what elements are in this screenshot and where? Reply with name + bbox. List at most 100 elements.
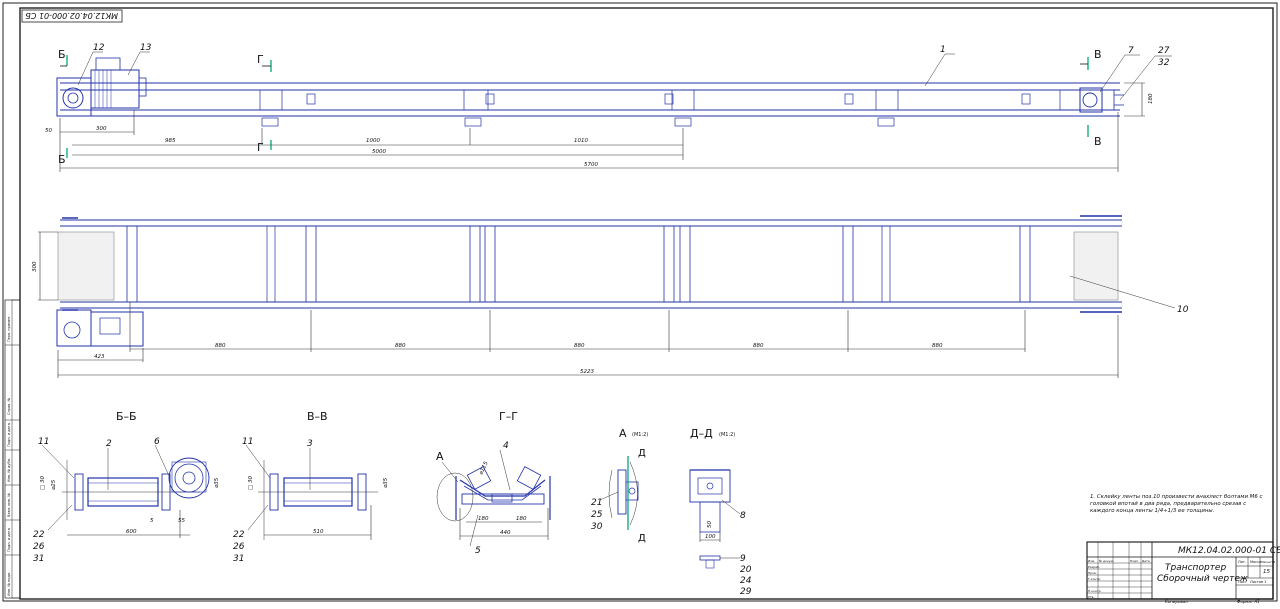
svg-text:22: 22: [33, 530, 45, 540]
svg-text:Справ. №: Справ. №: [7, 398, 11, 415]
svg-text:Лит.: Лит.: [1238, 560, 1246, 564]
svg-text:15: 15: [1263, 569, 1270, 575]
svg-text:Подп.: Подп.: [1130, 559, 1139, 563]
svg-text:Т.контр.: Т.контр.: [1087, 577, 1101, 581]
svg-text:МК12.04.02.000-01 СБ: МК12.04.02.000-01 СБ: [25, 11, 118, 20]
svg-text:30: 30: [591, 522, 603, 532]
svg-text:600: 600: [126, 529, 137, 535]
svg-text:□ 30: □ 30: [248, 476, 254, 490]
svg-text:25: 25: [591, 510, 603, 520]
svg-text:880: 880: [932, 343, 943, 349]
svg-text:5: 5: [475, 546, 481, 556]
svg-text:1: 1: [940, 45, 946, 55]
section-gg-title: Г–Г: [499, 410, 518, 423]
svg-text:880: 880: [215, 343, 226, 349]
section-dd-title: Д–Д: [690, 427, 713, 440]
svg-text:300: 300: [32, 261, 38, 272]
svg-text:9: 9: [740, 554, 746, 564]
svg-text:32: 32: [1158, 58, 1170, 68]
side-stamps: Перв. примен. Справ. № Подп. и дата Инв.…: [4, 299, 21, 599]
svg-text:11: 11: [242, 437, 253, 447]
svg-text:1000: 1000: [366, 138, 380, 144]
svg-text:55: 55: [178, 518, 185, 524]
svg-text:Дата: Дата: [1142, 559, 1150, 563]
svg-text:29: 29: [740, 587, 752, 597]
svg-text:Инв. № дубл.: Инв. № дубл.: [7, 458, 11, 482]
drawing-canvas: МК12.04.02.000-01 СБ Перв. примен. Справ…: [2, 2, 1280, 604]
svg-text:Д: Д: [638, 533, 646, 544]
svg-text:440: 440: [500, 530, 511, 536]
svg-text:423: 423: [94, 354, 105, 360]
svg-text:Утв.: Утв.: [1088, 595, 1094, 599]
technical-note: 1. Склейку ленты поз.10 произвести внахл…: [1090, 494, 1262, 514]
svg-text:В: В: [1094, 48, 1102, 61]
svg-text:880: 880: [753, 343, 764, 349]
svg-text:Листов 1: Листов 1: [1250, 580, 1266, 584]
svg-text:2: 2: [106, 439, 112, 449]
svg-text:985: 985: [165, 138, 176, 144]
svg-text:№ докум.: № докум.: [1099, 559, 1114, 563]
drawing-subtitle: Сборочный чертеж: [1157, 574, 1249, 584]
head-drum-plan: [57, 231, 115, 301]
svg-text:Б: Б: [58, 153, 66, 166]
tail-drum-plan: [1073, 231, 1119, 301]
svg-text:(М1:2): (М1:2): [719, 432, 735, 438]
svg-text:8: 8: [740, 511, 746, 521]
svg-text:880: 880: [395, 343, 406, 349]
svg-text:⌀35: ⌀35: [383, 477, 389, 488]
svg-text:21: 21: [591, 498, 602, 508]
plan-view: 10 300 423 880 880 880 880 880 5223: [32, 215, 1189, 378]
section-vv-title: В–В: [307, 410, 328, 423]
svg-text:Лист: Лист: [1238, 580, 1247, 584]
svg-text:300: 300: [96, 126, 107, 132]
svg-text:11: 11: [38, 437, 49, 447]
svg-text:Д: Д: [638, 448, 646, 459]
svg-text:31: 31: [33, 554, 44, 564]
svg-text:Пров.: Пров.: [1088, 571, 1097, 575]
svg-text:5700: 5700: [584, 162, 598, 168]
svg-text:180: 180: [478, 516, 489, 522]
section-vv: В–В 510 □ 30 ⌀35 3 11 22 26 31: [233, 410, 389, 564]
svg-text:Н.контр.: Н.контр.: [1088, 589, 1101, 593]
rotated-doc-code: МК12.04.02.000-01 СБ: [21, 9, 123, 23]
section-bb-title: Б–Б: [116, 410, 137, 423]
svg-text:⌀35: ⌀35: [214, 477, 220, 488]
svg-text:Инв. № подл.: Инв. № подл.: [7, 572, 11, 596]
svg-text:13: 13: [140, 43, 152, 53]
svg-text:24: 24: [740, 576, 752, 586]
svg-text:180: 180: [516, 516, 527, 522]
svg-text:7: 7: [1128, 46, 1134, 56]
svg-text:180: 180: [1148, 93, 1154, 104]
inner-frame: [19, 7, 1274, 600]
svg-text:Масштаб: Масштаб: [1261, 560, 1275, 564]
svg-text:1010: 1010: [574, 138, 588, 144]
svg-text:А: А: [436, 450, 444, 463]
doc-code: МК12.04.02.000-01 СБ: [1178, 546, 1280, 556]
motor-front: [90, 69, 140, 109]
svg-text:27: 27: [1158, 46, 1170, 56]
svg-text:100: 100: [705, 534, 716, 540]
svg-text:5000: 5000: [372, 149, 386, 155]
svg-text:880: 880: [574, 343, 585, 349]
svg-text:4: 4: [503, 441, 509, 451]
svg-text:В: В: [1094, 135, 1102, 148]
svg-text:Взам. инв. №: Взам. инв. №: [7, 493, 11, 517]
svg-text:Формат А1: Формат А1: [1237, 599, 1260, 604]
svg-text:20: 20: [740, 565, 752, 575]
svg-text:Копировал: Копировал: [1165, 599, 1188, 604]
svg-text:(М1:2): (М1:2): [632, 432, 648, 438]
svg-text:6: 6: [154, 437, 160, 447]
svg-text:22: 22: [233, 530, 245, 540]
svg-text:Разраб.: Разраб.: [1088, 565, 1100, 569]
view-a-title: А: [619, 427, 627, 440]
svg-text:12: 12: [93, 43, 105, 53]
svg-text:3: 3: [307, 439, 313, 449]
svg-text:31: 31: [233, 554, 244, 564]
svg-text:Б: Б: [58, 48, 66, 61]
svg-text:Г: Г: [257, 141, 264, 154]
svg-text:Масса: Масса: [1250, 560, 1261, 564]
svg-text:50: 50: [707, 521, 713, 528]
svg-text:50: 50: [45, 128, 52, 134]
svg-text:⌀25: ⌀25: [51, 479, 57, 490]
svg-text:⌀115: ⌀115: [478, 460, 489, 476]
